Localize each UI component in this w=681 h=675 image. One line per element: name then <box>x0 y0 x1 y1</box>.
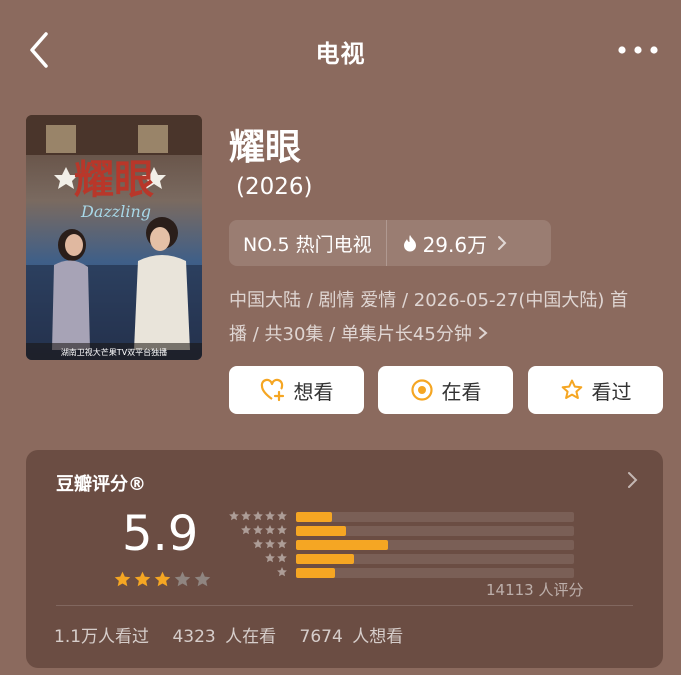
watched-label: 看过 <box>591 379 632 404</box>
rating-bar-fill <box>296 540 388 550</box>
want-button[interactable]: 想看 <box>229 366 364 414</box>
show-meta[interactable]: 中国大陆 / 剧情 爱情 / 2026-05-27(中国大陆) 首 播 / 共3… <box>229 284 659 352</box>
watched-button[interactable]: 看过 <box>528 366 663 414</box>
want-label: 想看 <box>293 379 334 404</box>
rating-bar-track <box>296 540 574 550</box>
want-count[interactable]: 7674 人想看 <box>300 627 404 647</box>
watched-count[interactable]: 1.1万人看过 <box>54 627 149 647</box>
rating-row-stars <box>224 524 288 536</box>
chevron-right-icon <box>498 236 507 250</box>
show-title: 耀眼 <box>229 127 302 168</box>
rating-header: 豆瓣评分® <box>56 474 146 495</box>
chevron-right-icon[interactable] <box>626 469 640 491</box>
rating-row-stars <box>224 510 288 522</box>
rating-row-stars <box>224 552 288 564</box>
chevron-right-icon <box>478 327 488 339</box>
rating-bar-fill <box>296 554 355 564</box>
poster-title-art: 耀眼 <box>74 156 154 203</box>
heat-value: 29.6万 <box>387 229 514 258</box>
meta-line-2-text: 播 / 共30集 / 单集片长45分钟 <box>229 324 472 345</box>
rating-footer: 1.1万人看过 4323 人在看 7674 人想看 <box>54 622 417 647</box>
rank-label: NO.5 热门电视 <box>243 233 372 256</box>
meta-line-2: 播 / 共30集 / 单集片长45分钟 <box>229 318 659 352</box>
more-icon[interactable] <box>616 38 660 62</box>
star-small-icon <box>253 511 263 521</box>
watching-label: 在看 <box>441 379 482 404</box>
rating-bar-track <box>296 526 574 536</box>
card-divider <box>56 605 633 606</box>
rating-bar-fill <box>296 526 347 536</box>
star-small-icon <box>265 553 275 563</box>
star-small-icon <box>253 525 263 535</box>
rating-row-stars <box>224 566 288 578</box>
star-small-icon <box>265 539 275 549</box>
meta-line-1: 中国大陆 / 剧情 爱情 / 2026-05-27(中国大陆) 首 <box>229 290 629 311</box>
nav-title: 电视 <box>315 40 366 68</box>
rank-pill[interactable]: NO.5 热门电视 29.6万 <box>229 220 551 266</box>
star-small-icon <box>277 539 287 549</box>
star-empty-icon <box>194 571 211 587</box>
star-small-icon <box>265 525 275 535</box>
star-filled-icon <box>134 571 151 587</box>
rating-bar-fill <box>296 568 335 578</box>
top-nav: 电视 <box>0 0 681 100</box>
star-small-icon <box>277 567 287 577</box>
star-small-icon <box>241 525 251 535</box>
star-icon <box>561 379 582 399</box>
rating-bar-track <box>296 554 574 564</box>
poster-caption: 湖南卫视大芒果TV双平台独播 <box>61 347 167 357</box>
star-small-icon <box>277 553 287 563</box>
star-small-icon <box>265 511 275 521</box>
watching-count[interactable]: 4323 人在看 <box>172 627 276 647</box>
star-filled-icon <box>114 571 131 587</box>
watching-icon <box>410 379 433 401</box>
rating-row-stars <box>224 538 288 550</box>
heat-text: 29.6万 <box>422 232 488 257</box>
rating-stars <box>113 570 213 589</box>
star-small-icon <box>253 539 263 549</box>
star-small-icon <box>229 511 239 521</box>
star-filled-icon <box>154 571 171 587</box>
star-small-icon <box>277 525 287 535</box>
poster-image[interactable]: 耀眼 Dazzling 湖南卫视大芒果TV双平台独播 <box>26 115 202 360</box>
show-year: (2026) <box>236 174 313 200</box>
rating-count: 14113 人评分 <box>486 581 584 599</box>
rating-bar-track <box>296 568 574 578</box>
rating-bar-track <box>296 512 574 522</box>
rating-card[interactable]: 豆瓣评分® 5.9 14113 人评分 1.1万人看过 4323 人在看 767… <box>26 450 663 668</box>
poster-english-title: Dazzling <box>80 202 151 221</box>
rating-score: 5.9 <box>122 506 199 562</box>
rating-bar-fill <box>296 512 333 522</box>
star-small-icon <box>241 511 251 521</box>
flame-icon <box>403 235 416 252</box>
star-small-icon <box>277 511 287 521</box>
watching-button[interactable]: 在看 <box>378 366 513 414</box>
star-empty-icon <box>174 571 191 587</box>
heart-plus-icon <box>260 378 284 402</box>
